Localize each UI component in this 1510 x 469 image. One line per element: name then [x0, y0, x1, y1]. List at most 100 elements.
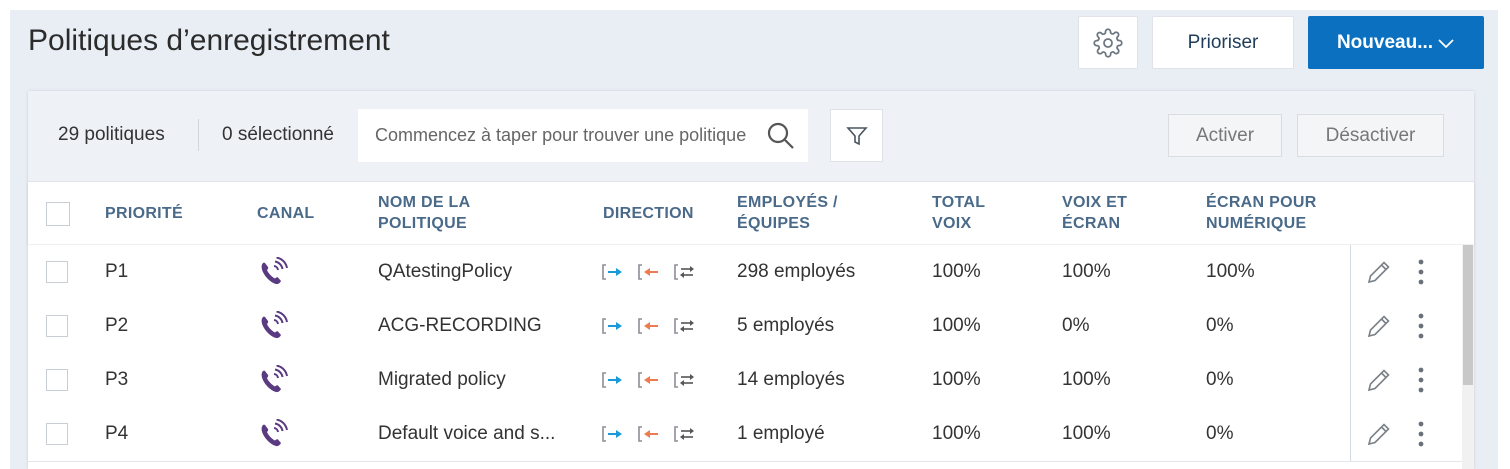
chevron-down-icon: [1438, 38, 1454, 48]
phone-voice-icon: [261, 365, 288, 393]
internal-arrows-icon: [674, 372, 694, 388]
policy-count: 29 politiques: [58, 124, 165, 145]
row-checkbox[interactable]: [46, 315, 68, 337]
edit-button[interactable]: [1365, 353, 1393, 407]
row-checkbox[interactable]: [46, 423, 68, 445]
policies-card: 29 politiques 0 sélectionné Activer Désa…: [28, 91, 1474, 469]
column-priority[interactable]: PRIORITÉ: [105, 182, 183, 244]
table-row[interactable]: P4 Default voice and s... 1 employé 100%…: [28, 407, 1462, 462]
activate-button[interactable]: Activer: [1168, 114, 1282, 157]
column-voice-screen[interactable]: VOIX ET ÉCRAN: [1062, 182, 1127, 244]
row-policy-name[interactable]: Default voice and s...: [378, 407, 555, 461]
row-checkbox[interactable]: [46, 369, 68, 391]
inbound-arrow-icon: [602, 264, 622, 280]
row-total-voice: 100%: [932, 315, 981, 336]
outbound-arrow-icon: [638, 426, 658, 442]
filter-icon: [845, 126, 868, 145]
pencil-icon: [1367, 423, 1390, 446]
search-box: [358, 109, 808, 162]
row-employees[interactable]: 5 employés: [737, 299, 834, 353]
direction-cell: [602, 353, 696, 407]
column-channel[interactable]: CANAL: [257, 182, 315, 244]
row-total-voice: 100%: [932, 261, 981, 282]
channel-cell: [257, 299, 291, 353]
column-total-voice[interactable]: TOTAL VOIX: [932, 182, 985, 244]
phone-voice-icon: [261, 311, 288, 339]
deactivate-button[interactable]: Désactiver: [1297, 114, 1444, 157]
row-employees[interactable]: 14 employés: [737, 353, 845, 407]
table-toolbar: 29 politiques 0 sélectionné Activer Désa…: [28, 91, 1474, 182]
search-input[interactable]: [373, 124, 767, 147]
edit-button[interactable]: [1365, 245, 1393, 299]
row-voice-screen: 100%: [1062, 261, 1111, 282]
column-policy-name[interactable]: NOM DE LA POLITIQUE: [378, 182, 470, 244]
search-icon[interactable]: [766, 121, 796, 151]
row-screen-digital: 0%: [1206, 315, 1234, 336]
row-screen-digital: 100%: [1206, 261, 1255, 282]
edit-button[interactable]: [1365, 407, 1393, 461]
row-screen-digital: 0%: [1206, 369, 1234, 390]
direction-cell: [602, 407, 696, 461]
edit-button[interactable]: [1365, 299, 1393, 353]
table-row[interactable]: P1 QAtestingPolicy 298 employés 100% 100…: [28, 245, 1462, 300]
new-button[interactable]: Nouveau...: [1308, 16, 1484, 69]
scrollbar-thumb[interactable]: [1463, 245, 1473, 385]
filter-button[interactable]: [830, 109, 883, 162]
channel-cell: [257, 353, 291, 407]
more-options-button[interactable]: [1416, 353, 1426, 407]
internal-arrows-icon: [674, 264, 694, 280]
row-policy-name[interactable]: Migrated policy: [378, 353, 506, 407]
row-voice-screen: 0%: [1062, 315, 1090, 336]
inbound-arrow-icon: [602, 372, 622, 388]
actions-divider: [1350, 407, 1351, 461]
table-row[interactable]: P2 ACG-RECORDING 5 employés 100% 0% 0%: [28, 299, 1462, 354]
prioritize-button[interactable]: Prioriser: [1152, 16, 1294, 69]
page-title: Politiques d’enregistrement: [28, 24, 390, 57]
column-screen-digital[interactable]: ÉCRAN POUR NUMÉRIQUE: [1206, 182, 1317, 244]
phone-voice-icon: [261, 419, 288, 447]
gear-icon: [1093, 27, 1123, 58]
select-all-checkbox[interactable]: [46, 202, 70, 226]
outbound-arrow-icon: [638, 372, 658, 388]
toolbar-divider: [198, 119, 199, 151]
row-priority: P2: [105, 315, 129, 336]
actions-divider: [1350, 299, 1351, 353]
row-total-voice: 100%: [932, 423, 981, 444]
inbound-arrow-icon: [602, 318, 622, 334]
more-options-button[interactable]: [1416, 299, 1426, 353]
row-checkbox[interactable]: [46, 261, 68, 283]
channel-cell: [257, 245, 291, 299]
row-policy-name[interactable]: QAtestingPolicy: [378, 245, 512, 299]
internal-arrows-icon: [674, 426, 694, 442]
row-policy-name[interactable]: ACG-RECORDING: [378, 299, 542, 353]
pencil-icon: [1367, 261, 1390, 284]
more-vertical-icon: [1418, 313, 1424, 339]
selected-count: 0 sélectionné: [222, 124, 334, 145]
column-direction[interactable]: DIRECTION: [603, 182, 694, 244]
table-header: PRIORITÉ CANAL NOM DE LA POLITIQUE DIRECT…: [28, 182, 1474, 244]
row-employees[interactable]: 1 employé: [737, 407, 825, 461]
row-employees[interactable]: 298 employés: [737, 245, 855, 299]
row-priority: P3: [105, 369, 129, 390]
more-vertical-icon: [1418, 259, 1424, 285]
channel-cell: [257, 407, 291, 461]
actions-divider: [1350, 353, 1351, 407]
table-row[interactable]: P3 Migrated policy 14 employés 100% 100%…: [28, 353, 1462, 408]
more-vertical-icon: [1418, 421, 1424, 447]
direction-cell: [602, 299, 696, 353]
inbound-arrow-icon: [602, 426, 622, 442]
actions-divider: [1350, 245, 1351, 299]
page: Politiques d’enregistrement Prioriser No…: [10, 10, 1498, 469]
new-button-label: Nouveau...: [1336, 31, 1434, 53]
settings-button[interactable]: [1078, 16, 1138, 69]
column-employees[interactable]: EMPLOYÉS / ÉQUIPES: [737, 182, 838, 244]
more-options-button[interactable]: [1416, 245, 1426, 299]
row-priority: P4: [105, 423, 129, 444]
row-screen-digital: 0%: [1206, 423, 1234, 444]
phone-voice-icon: [261, 257, 288, 285]
header-actions: Prioriser Nouveau...: [1078, 16, 1484, 69]
row-voice-screen: 100%: [1062, 369, 1111, 390]
internal-arrows-icon: [674, 318, 694, 334]
outbound-arrow-icon: [638, 318, 658, 334]
more-options-button[interactable]: [1416, 407, 1426, 461]
